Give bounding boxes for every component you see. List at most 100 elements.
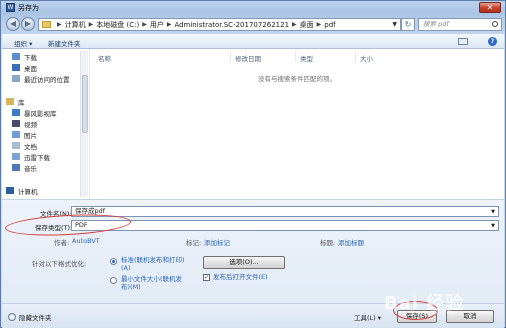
sidebar-item-downloads[interactable]: 下载 <box>12 52 37 62</box>
sidebar-item-label: 音乐 <box>24 164 37 173</box>
file-list: 名称 修改日期 类型 大小 没有与搜索条件匹配的项。 <box>92 49 504 199</box>
tags-label: 标记: <box>186 239 202 247</box>
chevron-down-icon[interactable]: ▼ <box>491 208 495 217</box>
recent-places-icon <box>12 75 20 82</box>
sidebar-item-label: 桌面 <box>24 64 37 73</box>
folder-icon <box>42 21 51 28</box>
search-placeholder: 搜索 pdf <box>423 20 449 28</box>
sidebar-item-desktop[interactable]: 桌面 <box>12 63 37 73</box>
filename-field[interactable]: 保存成pdf ▼ <box>71 206 499 217</box>
search-icon <box>492 21 498 27</box>
radio-standard[interactable] <box>110 258 117 265</box>
sidebar-item-label: 下载 <box>24 53 37 62</box>
author-label: 作者: <box>54 239 70 247</box>
radio-minimum[interactable] <box>110 277 117 284</box>
chevron-down-icon[interactable]: ▼ <box>491 222 495 231</box>
sidebar-item-video[interactable]: 视频 <box>12 119 37 129</box>
desktop-icon <box>12 64 20 71</box>
sidebar-item-label: 迅雷下载 <box>24 153 50 162</box>
browser-area: 下载 桌面 最近访问的位置 库 暴风影视库 视频 图片 文档 迅雷下载 音乐 计… <box>2 49 504 199</box>
sidebar-item-music[interactable]: 音乐 <box>12 163 37 173</box>
save-as-dialog: W 另存为 ✕ ◀ ▶ ▶ 计算机 ▶ 本地磁盘 (C:) ▶ 用户 ▶ Adm… <box>0 0 506 328</box>
column-header-size[interactable]: 大小 <box>360 53 373 63</box>
radio-minimum-label[interactable]: 最小文件大小(联机发 <box>121 275 182 283</box>
radio-standard-label-2[interactable]: (A) <box>121 264 131 272</box>
sidebar-item-video-library[interactable]: 暴风影视库 <box>12 108 57 118</box>
close-button[interactable]: ✕ <box>479 2 501 13</box>
column-header-modified[interactable]: 修改日期 <box>235 53 261 63</box>
chevron-right-icon: ▶ <box>57 21 62 28</box>
sidebar-item-computer[interactable]: 计算机 <box>6 186 38 196</box>
nav-scrollbar[interactable] <box>80 51 88 197</box>
sidebar-item-label: 视频 <box>24 120 37 129</box>
hide-folders-button[interactable]: 隐藏文件夹 <box>8 312 52 322</box>
radio-minimum-label-2[interactable]: 布)(M) <box>121 283 141 291</box>
pictures-icon <box>12 131 20 138</box>
radio-standard-label[interactable]: 标准(联机发布和打印) <box>121 256 185 264</box>
tools-menu-button[interactable]: 工具(L) ▾ <box>354 312 381 322</box>
title-label: 标题: <box>320 239 336 247</box>
empty-list-message: 没有与搜索条件匹配的项。 <box>258 75 336 83</box>
breadcrumb-local-disk[interactable]: 本地磁盘 (C:) <box>96 20 139 30</box>
author-value[interactable]: AutoBVT <box>72 237 100 245</box>
command-toolbar: 组织 ▾ 新建文件夹 ? <box>2 34 504 49</box>
word-app-icon: W <box>6 3 15 12</box>
sidebar-item-label: 图片 <box>24 131 37 140</box>
options-button[interactable]: 选项(O)... <box>203 256 285 269</box>
new-folder-button[interactable]: 新建文件夹 <box>48 38 81 48</box>
address-bar[interactable]: ▶ 计算机 ▶ 本地磁盘 (C:) ▶ 用户 ▶ Administrator.S… <box>38 18 401 31</box>
column-divider <box>295 51 296 62</box>
sidebar-item-pictures[interactable]: 图片 <box>12 130 37 140</box>
window-title: 另存为 <box>18 4 39 12</box>
filetype-select[interactable]: PDF ▼ <box>71 220 499 231</box>
sidebar-item-libraries[interactable]: 库 <box>6 97 25 107</box>
sidebar-item-documents[interactable]: 文档 <box>12 141 37 151</box>
search-input[interactable]: 搜索 pdf <box>418 18 502 31</box>
sidebar-item-label: 计算机 <box>18 187 38 196</box>
chevron-right-icon: ▶ <box>292 21 297 28</box>
music-icon <box>12 164 20 171</box>
breadcrumb-pdf[interactable]: pdf <box>324 21 335 29</box>
column-divider <box>355 51 356 62</box>
organize-button[interactable]: 组织 ▾ <box>14 38 32 48</box>
collapse-icon <box>8 313 16 321</box>
title-bar: W 另存为 ✕ <box>1 1 505 15</box>
chevron-right-icon: ▶ <box>88 21 94 28</box>
chevron-right-icon: ▶ <box>166 21 172 28</box>
optimize-label: 针对以下格式优化: <box>32 260 87 268</box>
open-after-checkbox[interactable]: ✓ <box>203 274 210 281</box>
breadcrumb-users[interactable]: 用户 <box>150 20 164 30</box>
sidebar-item-recent[interactable]: 最近访问的位置 <box>12 74 70 84</box>
address-dropdown-icon[interactable]: ▼ <box>392 21 397 28</box>
sidebar-item-label: 暴风影视库 <box>24 109 57 118</box>
column-divider <box>230 51 231 62</box>
help-icon[interactable]: ? <box>488 37 497 46</box>
add-title-link[interactable]: 添加标题 <box>338 237 364 247</box>
sidebar-item-label: 文档 <box>24 142 37 151</box>
column-header-type[interactable]: 类型 <box>300 53 313 63</box>
sidebar-item-label: 库 <box>18 98 25 107</box>
download-folder-icon <box>12 53 20 60</box>
watermark-url: jingyan.baidu.com <box>411 310 458 316</box>
navigation-row: ◀ ▶ ▶ 计算机 ▶ 本地磁盘 (C:) ▶ 用户 ▶ Administrat… <box>1 15 505 33</box>
navigation-pane: 下载 桌面 最近访问的位置 库 暴风影视库 视频 图片 文档 迅雷下载 音乐 计… <box>2 49 90 199</box>
breadcrumb-computer[interactable]: 计算机 <box>65 20 86 30</box>
sidebar-item-label: 最近访问的位置 <box>24 75 70 84</box>
refresh-button[interactable]: ↻ <box>401 18 415 31</box>
chevron-right-icon: ▶ <box>142 21 147 28</box>
back-button[interactable]: ◀ <box>6 17 20 31</box>
column-header-name[interactable]: 名称 <box>98 53 111 63</box>
documents-icon <box>12 142 20 149</box>
chevron-right-icon: ▶ <box>316 21 322 28</box>
breadcrumb-administrator[interactable]: Administrator.SC-201707262121 <box>174 21 289 29</box>
forward-button[interactable]: ▶ <box>21 17 35 31</box>
sidebar-item-thunder[interactable]: 迅雷下载 <box>12 152 50 162</box>
open-after-label[interactable]: 发布后打开文件(E) <box>213 273 268 281</box>
hide-folders-label: 隐藏文件夹 <box>19 314 52 322</box>
video-icon <box>12 120 20 127</box>
scrollbar-thumb[interactable] <box>82 75 88 133</box>
libraries-icon <box>6 98 14 105</box>
breadcrumb-desktop[interactable]: 桌面 <box>300 20 314 30</box>
add-tags-link[interactable]: 添加标记 <box>204 237 230 247</box>
view-options-icon[interactable] <box>458 38 468 45</box>
